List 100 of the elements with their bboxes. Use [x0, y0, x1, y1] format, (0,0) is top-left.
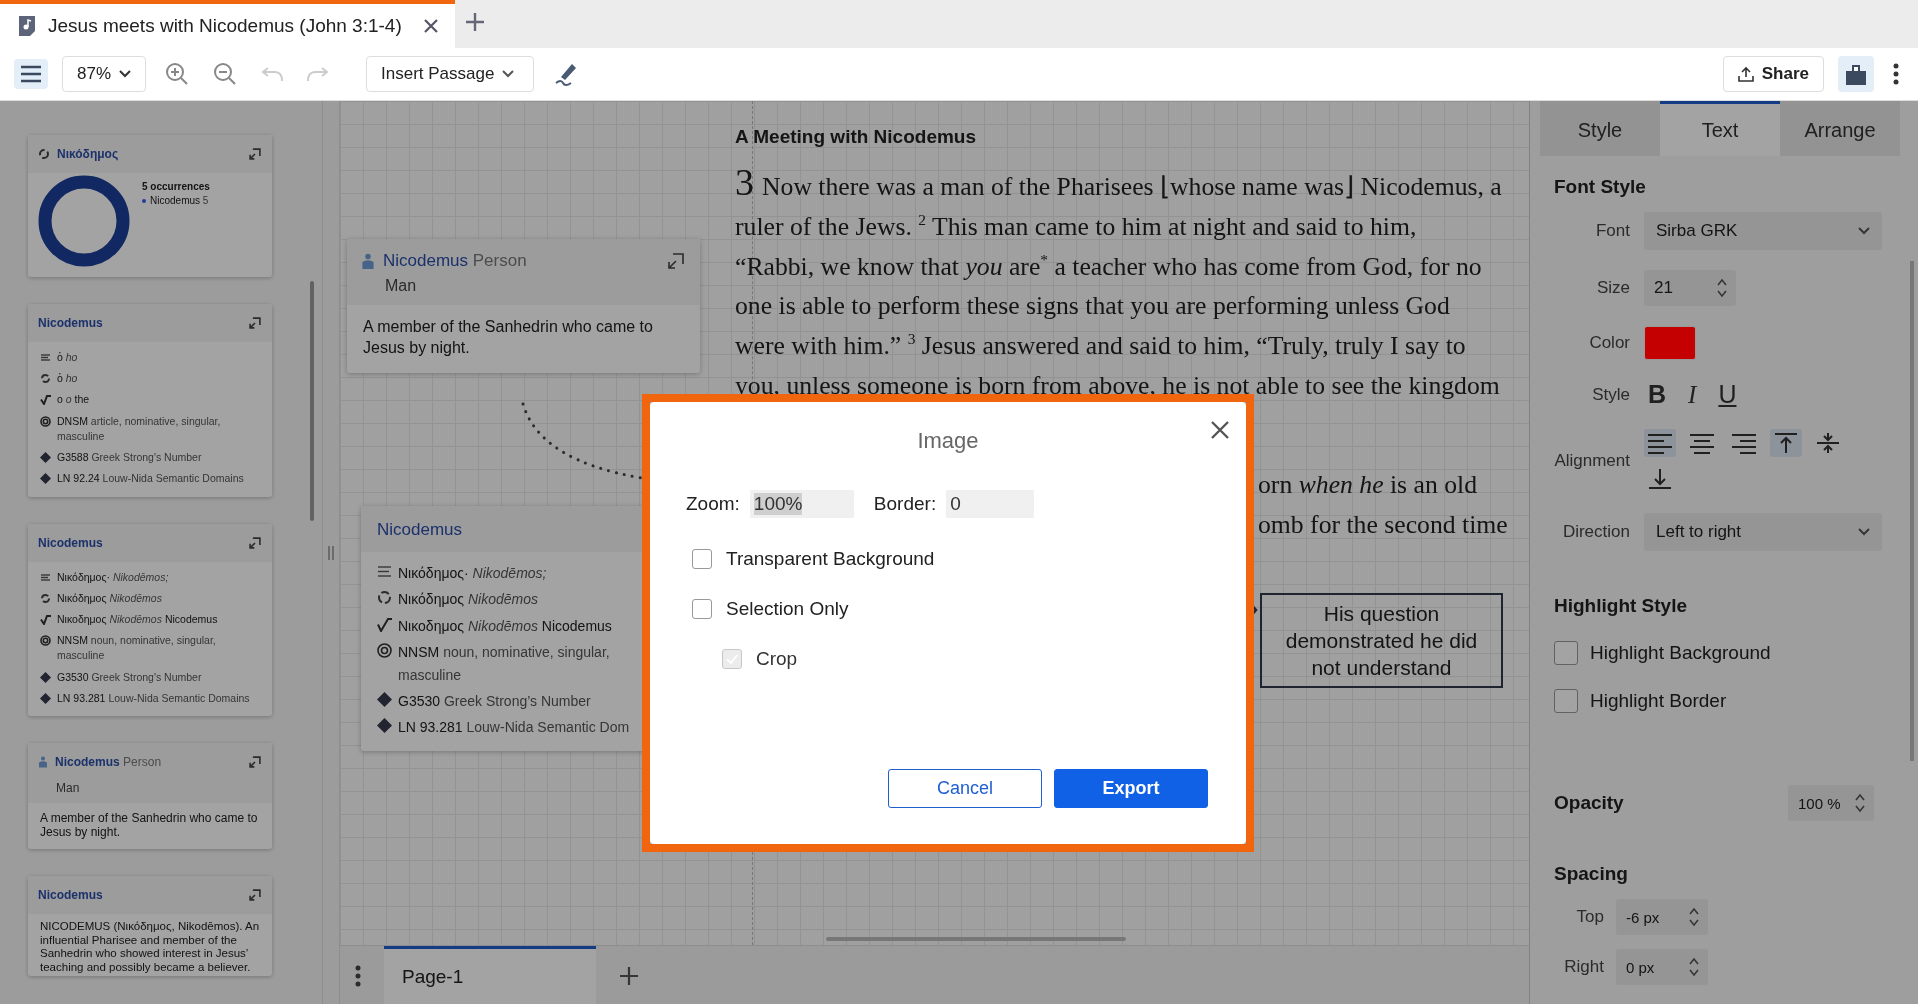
- circle-arrows-icon: [377, 590, 392, 606]
- section-heading: Opacity: [1554, 792, 1624, 814]
- scrollbar[interactable]: [310, 281, 314, 521]
- field-label: Style: [1591, 384, 1630, 405]
- export-button[interactable]: Export: [1054, 769, 1208, 808]
- spinner-arrows-icon: [1688, 905, 1700, 929]
- zoom-field[interactable]: 100%: [749, 490, 854, 518]
- font-dropdown[interactable]: Sirba GRK: [1644, 212, 1882, 250]
- upload-icon: [1737, 66, 1754, 82]
- circle-arrows-icon: [40, 592, 51, 604]
- more-vertical-icon: [355, 963, 361, 988]
- chevron-down-icon: [502, 70, 515, 78]
- extensions-button[interactable]: [1838, 56, 1874, 92]
- share-button[interactable]: Share: [1722, 56, 1824, 92]
- diamond-icon: [40, 452, 51, 464]
- dialog-title: Image: [916, 428, 980, 454]
- word-detail: LN 92.24 Louw-Nida Semantic Domains: [57, 471, 245, 487]
- card-title: Nicodemus: [38, 316, 104, 330]
- word-detail: NNSM noun, nominative, singular, masculine: [398, 643, 611, 685]
- occurrence-count: 5 occurrences: [142, 181, 210, 192]
- spacing-field[interactable]: 0 px: [1616, 949, 1708, 985]
- undo-icon: [261, 66, 283, 82]
- spinner-arrows-icon: [1854, 791, 1866, 815]
- opacity-field[interactable]: 100 %: [1788, 785, 1874, 821]
- card-title: Nicodemus: [38, 888, 104, 903]
- zoom-dropdown[interactable]: 87%: [62, 56, 146, 92]
- panel-tab[interactable]: Arrange: [1780, 101, 1900, 156]
- color-swatch[interactable]: [1644, 326, 1696, 360]
- page-tab[interactable]: Page-1: [384, 946, 596, 1004]
- insert-passage-dropdown[interactable]: Insert Passage: [366, 56, 534, 92]
- field-label: Size: [1595, 278, 1630, 298]
- word-detail: LN 93.281 Louw-Nida Semantic Domains: [57, 690, 251, 706]
- scrollbar[interactable]: [1910, 261, 1914, 761]
- checkbox-label: Transparent Background: [726, 548, 935, 570]
- underline-button[interactable]: U: [1714, 380, 1741, 409]
- document-tab[interactable]: Jesus meets with Nicodemus (John 3:1-4): [0, 0, 455, 48]
- chevron-down-icon: [1858, 227, 1870, 235]
- chevron-down-icon: [1858, 528, 1870, 536]
- checkbox[interactable]: [692, 599, 712, 619]
- panel-tab[interactable]: Text: [1660, 101, 1780, 156]
- passage-heading: A Meeting with Nicodemus: [735, 126, 978, 148]
- person-icon: [38, 756, 48, 769]
- word-detail: Νικόδημος· Nikodēmos;: [398, 564, 548, 583]
- diamond-icon: [377, 718, 392, 734]
- at-sign-icon: [377, 643, 392, 659]
- align-top-button[interactable]: [1770, 429, 1802, 457]
- border-field[interactable]: 0: [946, 490, 1035, 518]
- lines-icon: [40, 571, 51, 583]
- word-detail: LN 93.281 Louw-Nida Semantic Dom: [398, 718, 631, 738]
- word-detail: G3530 Greek Strong's Number: [57, 669, 203, 685]
- plus-icon: [619, 965, 639, 986]
- size-field[interactable]: 21: [1644, 270, 1736, 306]
- passage-line: ruler of the Jews. $^{2}$ This man came to him at night and said to him,: [735, 215, 1418, 238]
- expand-icon: [248, 147, 262, 161]
- checkbox[interactable]: [692, 549, 712, 569]
- checkbox-label: Crop: [756, 648, 798, 670]
- expand-icon: [248, 535, 262, 550]
- legend-label: Nicodemus 5: [150, 195, 209, 206]
- passage-line: Now there was a man of the Pharisees ⌊whose name was⌋ Nicodemus, a: [762, 172, 1502, 201]
- scrollbar[interactable]: [826, 937, 1126, 941]
- chapter-number: 3: [735, 161, 754, 203]
- expand-icon: [248, 888, 262, 903]
- passage-line: one is able to perform these signs that you are performing unless God: [735, 295, 1451, 318]
- zoom-in-icon: [165, 62, 189, 86]
- section-heading: Highlight Style: [1554, 595, 1688, 617]
- card-title: Nicodemus Person: [383, 251, 527, 271]
- word-detail: o o the: [57, 392, 91, 408]
- passage-line: “Rabbi, we know that you are$^{*}$ a teacher who has come from God, for no: [735, 255, 1483, 278]
- word-detail: Νικοδημος Nikodēmos Nicodemus: [57, 611, 219, 627]
- panel-tab[interactable]: Style: [1540, 101, 1660, 156]
- field-label: Zoom:: [686, 493, 740, 515]
- align-bottom-icon: [1647, 468, 1673, 490]
- cancel-button[interactable]: Cancel: [888, 769, 1042, 808]
- expand-icon: [666, 251, 686, 271]
- word-detail: ὁ ho: [57, 371, 79, 387]
- card-description: A member of the Sanhedrin who came to Jesus by night.: [363, 318, 653, 356]
- direction-dropdown[interactable]: Left to right: [1644, 513, 1882, 551]
- card-title: Νικόδημος: [57, 147, 120, 161]
- checkbox[interactable]: [1554, 641, 1578, 665]
- align-left-button[interactable]: [1644, 429, 1676, 457]
- spinner-arrows-icon: [1716, 276, 1728, 300]
- field-label: Right: [1564, 957, 1604, 977]
- card-subtitle: Man: [384, 277, 418, 295]
- word-detail: Νικοδημος Nikodēmos Nicodemus: [398, 616, 613, 636]
- align-left-icon: [1647, 432, 1673, 454]
- more-vertical-icon: [1893, 62, 1899, 86]
- word-detail: Νικόδημος· Nikodēmos;: [57, 569, 170, 585]
- italic-button[interactable]: I: [1684, 380, 1701, 409]
- article-text: NICODEMUS (Νικόδημος, Nikodēmos). An influential Pharisee and member of the Sanhedrin who showed interest in Jesus’ teaching and possibly became a believer.: [40, 920, 260, 975]
- redo-icon: [307, 66, 329, 82]
- spacing-field[interactable]: -6 px: [1616, 899, 1708, 935]
- word-detail: G3530 Greek Strong’s Number: [398, 691, 592, 711]
- at-sign-icon: [40, 635, 51, 647]
- lines-icon: [40, 352, 51, 363]
- checkbox[interactable]: [1554, 689, 1578, 713]
- add-tab-icon: [465, 12, 485, 32]
- card-title: Nicodemus Person: [55, 755, 163, 770]
- bold-button[interactable]: B: [1644, 380, 1671, 409]
- menu-button[interactable]: [14, 59, 48, 89]
- word-detail: DNSM article, nominative, singular, masculine: [57, 413, 222, 444]
